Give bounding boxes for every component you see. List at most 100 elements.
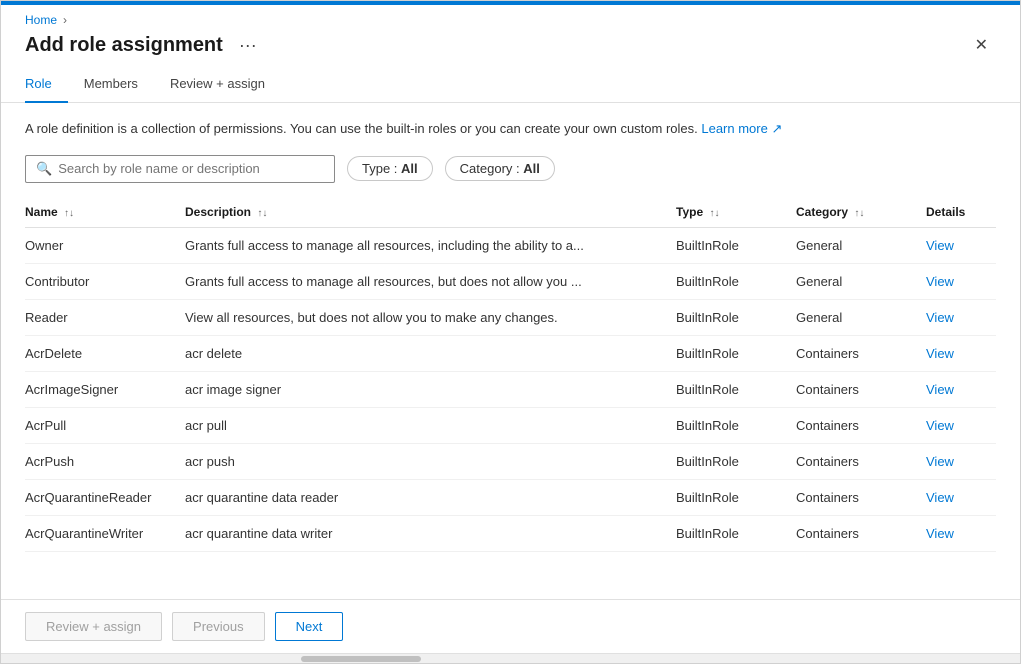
col-header-description[interactable]: Description ↑↓ bbox=[185, 197, 676, 228]
category-filter-button[interactable]: Category : All bbox=[445, 156, 555, 181]
cell-category: General bbox=[796, 299, 926, 335]
cell-type: BuiltInRole bbox=[676, 443, 796, 479]
cell-description: acr quarantine data writer bbox=[185, 515, 676, 551]
cell-description: Grants full access to manage all resourc… bbox=[185, 263, 676, 299]
table-wrap: Name ↑↓ Description ↑↓ Type ↑↓ Categor bbox=[25, 197, 996, 600]
table-row[interactable]: ContributorGrants full access to manage … bbox=[25, 263, 996, 299]
page-header: Add role assignment ··· ✕ bbox=[1, 27, 1020, 68]
horizontal-scrollbar[interactable] bbox=[1, 653, 1020, 663]
cell-description: View all resources, but does not allow y… bbox=[185, 299, 676, 335]
category-filter-label: Category : bbox=[460, 161, 520, 176]
cell-category: General bbox=[796, 263, 926, 299]
table-row[interactable]: ReaderView all resources, but does not a… bbox=[25, 299, 996, 335]
roles-table: Name ↑↓ Description ↑↓ Type ↑↓ Categor bbox=[25, 197, 996, 552]
cell-category: General bbox=[796, 227, 926, 263]
view-link[interactable]: View bbox=[926, 238, 954, 253]
cell-description: acr image signer bbox=[185, 371, 676, 407]
cell-type: BuiltInRole bbox=[676, 227, 796, 263]
cell-details: View bbox=[926, 335, 996, 371]
cell-details: View bbox=[926, 515, 996, 551]
cell-type: BuiltInRole bbox=[676, 263, 796, 299]
next-button[interactable]: Next bbox=[275, 612, 344, 641]
view-link[interactable]: View bbox=[926, 346, 954, 361]
table-row[interactable]: AcrQuarantineWriteracr quarantine data w… bbox=[25, 515, 996, 551]
close-button[interactable]: ✕ bbox=[967, 34, 996, 58]
type-filter-button[interactable]: Type : All bbox=[347, 156, 433, 181]
breadcrumb-home-link[interactable]: Home bbox=[25, 13, 57, 27]
cell-category: Containers bbox=[796, 335, 926, 371]
view-link[interactable]: View bbox=[926, 274, 954, 289]
ellipsis-button[interactable]: ··· bbox=[233, 33, 263, 58]
table-row[interactable]: AcrPullacr pullBuiltInRoleContainersView bbox=[25, 407, 996, 443]
col-header-category[interactable]: Category ↑↓ bbox=[796, 197, 926, 228]
cell-type: BuiltInRole bbox=[676, 371, 796, 407]
cell-description: acr quarantine data reader bbox=[185, 479, 676, 515]
external-link-icon: ↗ bbox=[771, 121, 782, 136]
cell-type: BuiltInRole bbox=[676, 299, 796, 335]
cell-details: View bbox=[926, 227, 996, 263]
cell-category: Containers bbox=[796, 407, 926, 443]
tabs-bar: Role Members Review + assign bbox=[1, 68, 1020, 103]
sort-icon-type: ↑↓ bbox=[709, 208, 719, 219]
col-header-name[interactable]: Name ↑↓ bbox=[25, 197, 185, 228]
cell-category: Containers bbox=[796, 443, 926, 479]
main-window: Home › Add role assignment ··· ✕ Role Me… bbox=[0, 0, 1021, 664]
tab-members[interactable]: Members bbox=[84, 68, 154, 103]
table-row[interactable]: AcrQuarantineReaderacr quarantine data r… bbox=[25, 479, 996, 515]
cell-name: AcrDelete bbox=[25, 335, 185, 371]
table-row[interactable]: OwnerGrants full access to manage all re… bbox=[25, 227, 996, 263]
cell-type: BuiltInRole bbox=[676, 407, 796, 443]
learn-more-link[interactable]: Learn more ↗ bbox=[701, 121, 782, 136]
view-link[interactable]: View bbox=[926, 490, 954, 505]
cell-name: AcrPull bbox=[25, 407, 185, 443]
tab-review-assign[interactable]: Review + assign bbox=[170, 68, 281, 103]
view-link[interactable]: View bbox=[926, 418, 954, 433]
cell-name: AcrImageSigner bbox=[25, 371, 185, 407]
cell-category: Containers bbox=[796, 479, 926, 515]
category-filter-value: All bbox=[523, 161, 540, 176]
cell-name: AcrPush bbox=[25, 443, 185, 479]
cell-category: Containers bbox=[796, 515, 926, 551]
col-header-type[interactable]: Type ↑↓ bbox=[676, 197, 796, 228]
cell-details: View bbox=[926, 299, 996, 335]
sort-icon-name: ↑↓ bbox=[64, 208, 74, 219]
description-text: A role definition is a collection of per… bbox=[25, 119, 996, 139]
cell-description: Grants full access to manage all resourc… bbox=[185, 227, 676, 263]
cell-details: View bbox=[926, 371, 996, 407]
cell-details: View bbox=[926, 479, 996, 515]
table-row[interactable]: AcrImageSigneracr image signerBuiltInRol… bbox=[25, 371, 996, 407]
cell-type: BuiltInRole bbox=[676, 479, 796, 515]
cell-details: View bbox=[926, 263, 996, 299]
scrollbar-thumb bbox=[301, 656, 421, 662]
cell-details: View bbox=[926, 407, 996, 443]
cell-name: Reader bbox=[25, 299, 185, 335]
view-link[interactable]: View bbox=[926, 454, 954, 469]
table-row[interactable]: AcrPushacr pushBuiltInRoleContainersView bbox=[25, 443, 996, 479]
type-filter-label: Type : bbox=[362, 161, 397, 176]
breadcrumb: Home › bbox=[1, 5, 1020, 27]
cell-name: AcrQuarantineReader bbox=[25, 479, 185, 515]
table-header-row: Name ↑↓ Description ↑↓ Type ↑↓ Categor bbox=[25, 197, 996, 228]
footer: Review + assign Previous Next bbox=[1, 599, 1020, 653]
cell-name: Owner bbox=[25, 227, 185, 263]
table-row[interactable]: AcrDeleteacr deleteBuiltInRoleContainers… bbox=[25, 335, 996, 371]
search-icon: 🔍 bbox=[36, 161, 52, 177]
cell-category: Containers bbox=[796, 371, 926, 407]
type-filter-value: All bbox=[401, 161, 418, 176]
view-link[interactable]: View bbox=[926, 310, 954, 325]
cell-type: BuiltInRole bbox=[676, 335, 796, 371]
sort-icon-description: ↑↓ bbox=[257, 208, 267, 219]
cell-name: Contributor bbox=[25, 263, 185, 299]
cell-details: View bbox=[926, 443, 996, 479]
cell-name: AcrQuarantineWriter bbox=[25, 515, 185, 551]
previous-button[interactable]: Previous bbox=[172, 612, 265, 641]
cell-description: acr delete bbox=[185, 335, 676, 371]
tab-role[interactable]: Role bbox=[25, 68, 68, 103]
sort-icon-category: ↑↓ bbox=[854, 208, 864, 219]
search-input[interactable] bbox=[58, 161, 324, 176]
view-link[interactable]: View bbox=[926, 382, 954, 397]
col-header-details: Details bbox=[926, 197, 996, 228]
content-area: A role definition is a collection of per… bbox=[1, 103, 1020, 599]
view-link[interactable]: View bbox=[926, 526, 954, 541]
review-assign-button[interactable]: Review + assign bbox=[25, 612, 162, 641]
